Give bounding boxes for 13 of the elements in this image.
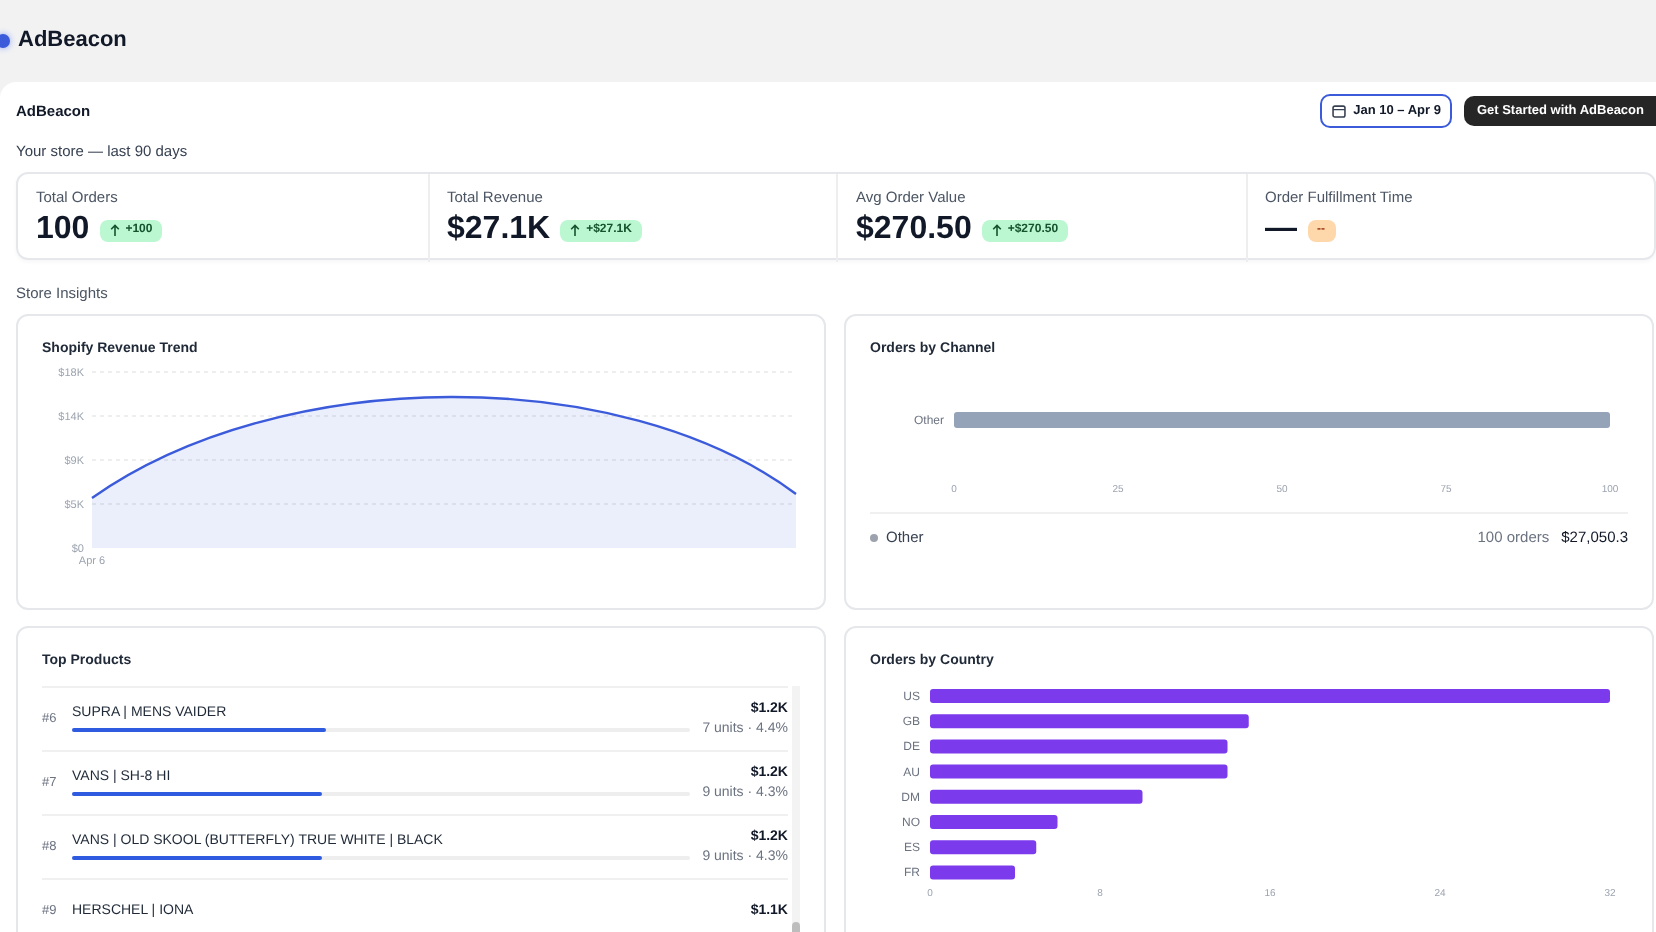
chart-bar (930, 815, 1058, 829)
logo-icon (0, 33, 10, 47)
kpi-value: $27.1K (447, 212, 551, 248)
app-title: AdBeacon (18, 28, 127, 52)
arrow-up-icon (570, 224, 581, 236)
calendar-icon (1331, 104, 1346, 118)
kpi-value: $270.50 (856, 212, 972, 248)
arrow-up-icon (991, 224, 1002, 236)
kpi-value: — (1265, 212, 1297, 248)
kpi-value: 100 (36, 212, 90, 248)
chart-bar (930, 840, 1037, 855)
arrow-up-icon (109, 224, 120, 236)
chart-bar (930, 865, 1015, 880)
